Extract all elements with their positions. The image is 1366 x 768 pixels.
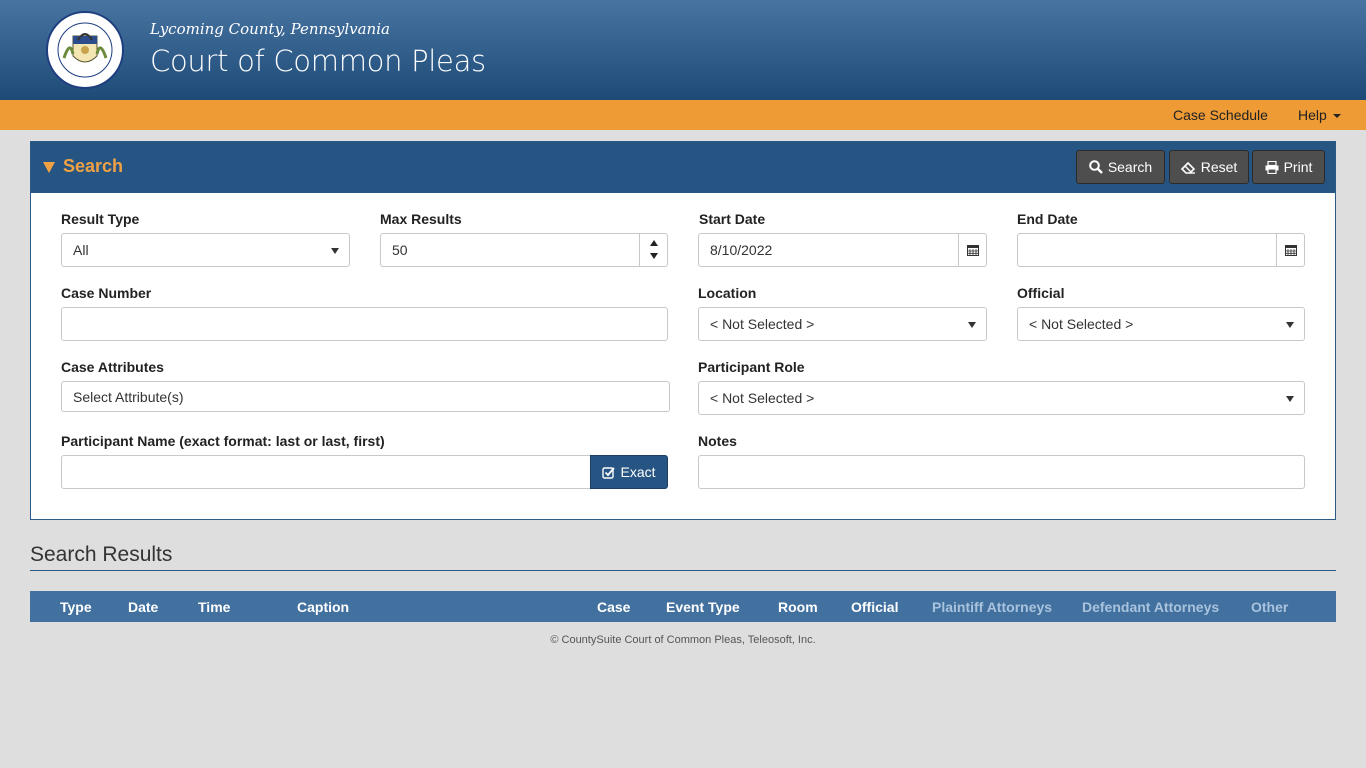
county-name: Lycoming County, Pennsylvania — [150, 20, 390, 38]
print-button[interactable]: Print — [1252, 150, 1325, 184]
search-results-heading: Search Results — [30, 543, 173, 566]
column-header-other[interactable]: Other — [1251, 599, 1288, 615]
column-header-defendant-attorneys[interactable]: Defendant Attorneys — [1082, 599, 1219, 615]
official-select[interactable]: < Not Selected > — [1017, 307, 1305, 341]
column-header-type[interactable]: Type — [60, 599, 92, 615]
column-header-room[interactable]: Room — [778, 599, 818, 615]
participant-role-value: < Not Selected > — [710, 390, 815, 406]
exact-button-label: Exact — [620, 464, 656, 480]
reset-button-label: Reset — [1200, 159, 1238, 175]
dropdown-arrow-icon — [1286, 322, 1294, 328]
end-date-input[interactable] — [1017, 233, 1305, 267]
end-date-label: End Date — [1017, 211, 1078, 227]
calendar-button[interactable] — [958, 234, 986, 266]
court-title: Court of Common Pleas — [150, 44, 486, 78]
calendar-icon — [1284, 245, 1297, 256]
column-header-case[interactable]: Case — [597, 599, 630, 615]
search-icon — [1089, 160, 1103, 174]
calendar-icon — [966, 245, 979, 256]
participant-name-label: Participant Name (exact format: last or … — [61, 433, 385, 449]
result-type-value: All — [73, 242, 89, 258]
printer-icon — [1265, 160, 1279, 174]
spinner-down-icon[interactable] — [650, 253, 658, 259]
footer-copyright: © CountySuite Court of Common Pleas, Tel… — [550, 634, 816, 646]
eraser-icon — [1180, 161, 1195, 174]
column-header-date[interactable]: Date — [128, 599, 158, 615]
location-select[interactable]: < Not Selected > — [698, 307, 987, 341]
results-table-header: Type Date Time Caption Case Event Type R… — [30, 591, 1336, 622]
dropdown-arrow-icon — [331, 248, 339, 254]
search-panel: Search Search Reset Print Result Type Al… — [30, 141, 1336, 520]
dropdown-arrow-icon — [968, 322, 976, 328]
case-number-label: Case Number — [61, 285, 152, 301]
spinner-controls[interactable] — [639, 234, 667, 266]
search-button-label: Search — [1107, 159, 1153, 175]
max-results-label: Max Results — [380, 211, 462, 227]
exact-toggle-button[interactable]: Exact — [590, 455, 668, 489]
start-date-value: 8/10/2022 — [710, 242, 773, 258]
county-seal-logo — [46, 11, 124, 89]
location-label: Location — [698, 285, 757, 301]
result-type-select[interactable]: All — [61, 233, 350, 267]
case-attributes-multiselect[interactable]: Select Attribute(s) — [61, 381, 670, 412]
notes-label: Notes — [698, 433, 737, 449]
collapse-triangle-icon — [43, 161, 55, 173]
results-divider — [30, 570, 1336, 571]
dropdown-arrow-icon — [1286, 396, 1294, 402]
result-type-label: Result Type — [61, 211, 140, 227]
column-header-official[interactable]: Official — [851, 599, 898, 615]
case-number-input[interactable] — [61, 307, 668, 341]
search-panel-title: Search — [63, 156, 124, 176]
nav-case-schedule[interactable]: Case Schedule — [1173, 107, 1268, 123]
column-header-caption[interactable]: Caption — [297, 599, 349, 615]
case-attributes-placeholder: Select Attribute(s) — [73, 388, 184, 405]
nav-help-label: Help — [1298, 107, 1327, 123]
top-nav: Case Schedule Help — [0, 100, 1366, 130]
site-header: Lycoming County, Pennsylvania Court of C… — [0, 0, 1366, 100]
search-panel-toggle[interactable]: Search — [43, 156, 123, 177]
start-date-label: Start Date — [699, 211, 766, 227]
official-label: Official — [1017, 285, 1065, 301]
checkbox-checked-icon — [602, 466, 616, 479]
calendar-button[interactable] — [1276, 234, 1304, 266]
column-header-event-type[interactable]: Event Type — [666, 599, 740, 615]
notes-input[interactable] — [698, 455, 1305, 489]
location-value: < Not Selected > — [710, 316, 815, 332]
print-button-label: Print — [1283, 159, 1313, 175]
official-value: < Not Selected > — [1029, 316, 1134, 332]
participant-role-select[interactable]: < Not Selected > — [698, 381, 1305, 415]
nav-help-dropdown[interactable]: Help — [1298, 107, 1341, 123]
column-header-plaintiff-attorneys[interactable]: Plaintiff Attorneys — [932, 599, 1052, 615]
max-results-value: 50 — [392, 242, 408, 258]
spinner-up-icon[interactable] — [650, 240, 658, 246]
reset-button[interactable]: Reset — [1169, 150, 1249, 184]
case-attributes-label: Case Attributes — [61, 359, 164, 375]
participant-name-input[interactable] — [61, 455, 591, 489]
search-panel-header: Search Search Reset Print — [31, 142, 1335, 193]
participant-role-label: Participant Role — [698, 359, 805, 375]
start-date-input[interactable]: 8/10/2022 — [698, 233, 987, 267]
search-button[interactable]: Search — [1076, 150, 1165, 184]
max-results-stepper[interactable]: 50 — [380, 233, 668, 267]
column-header-time[interactable]: Time — [198, 599, 230, 615]
caret-down-icon — [1332, 114, 1341, 119]
